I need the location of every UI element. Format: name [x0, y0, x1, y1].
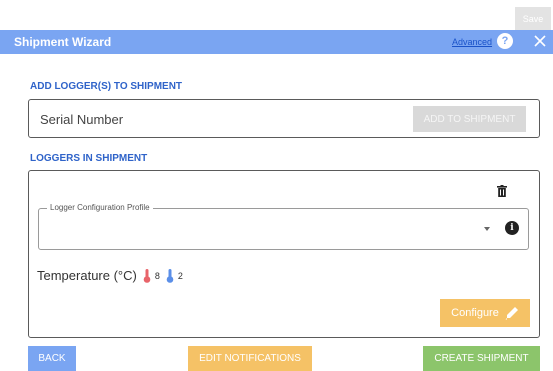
cold-alarm-count: 2	[177, 270, 183, 281]
temperature-row: Temperature (°C) 8 2	[37, 268, 183, 283]
wizard-title: Shipment Wizard	[14, 35, 112, 49]
add-logger-box: ADD TO SHIPMENT	[28, 99, 540, 138]
close-icon[interactable]	[532, 33, 548, 49]
create-shipment-button[interactable]: CREATE SHIPMENT	[423, 346, 540, 371]
serial-number-input[interactable]	[40, 109, 400, 129]
loggers-list-box: Logger Configuration Profile i Temperatu…	[28, 170, 540, 338]
info-circle-icon[interactable]: i	[505, 221, 519, 235]
configure-label: Configure	[451, 307, 499, 319]
edit-notifications-button[interactable]: EDIT NOTIFICATIONS	[188, 346, 312, 371]
wizard-header: Shipment Wizard Advanced ?	[0, 30, 553, 54]
advanced-link[interactable]: Advanced	[452, 37, 492, 47]
logger-configuration-profile-select[interactable]: Logger Configuration Profile i	[38, 203, 529, 250]
thermometer-hot-icon	[143, 268, 151, 283]
configure-button[interactable]: Configure	[440, 299, 530, 327]
trash-icon[interactable]	[497, 185, 507, 197]
temperature-label: Temperature (°C)	[37, 268, 137, 283]
add-to-shipment-button[interactable]: ADD TO SHIPMENT	[413, 106, 526, 132]
pencil-icon	[505, 307, 518, 320]
question-circle-icon[interactable]: ?	[497, 33, 513, 49]
hot-alarm-count: 8	[154, 270, 160, 281]
thermometer-cold-icon	[166, 268, 174, 283]
save-button[interactable]: Save	[515, 7, 551, 31]
chevron-down-icon[interactable]	[484, 227, 490, 231]
profile-field-label: Logger Configuration Profile	[47, 203, 153, 212]
back-button[interactable]: BACK	[28, 346, 76, 371]
add-loggers-label: ADD LOGGER(S) TO SHIPMENT	[30, 81, 183, 92]
loggers-in-shipment-label: LOGGERS IN SHIPMENT	[30, 153, 148, 164]
